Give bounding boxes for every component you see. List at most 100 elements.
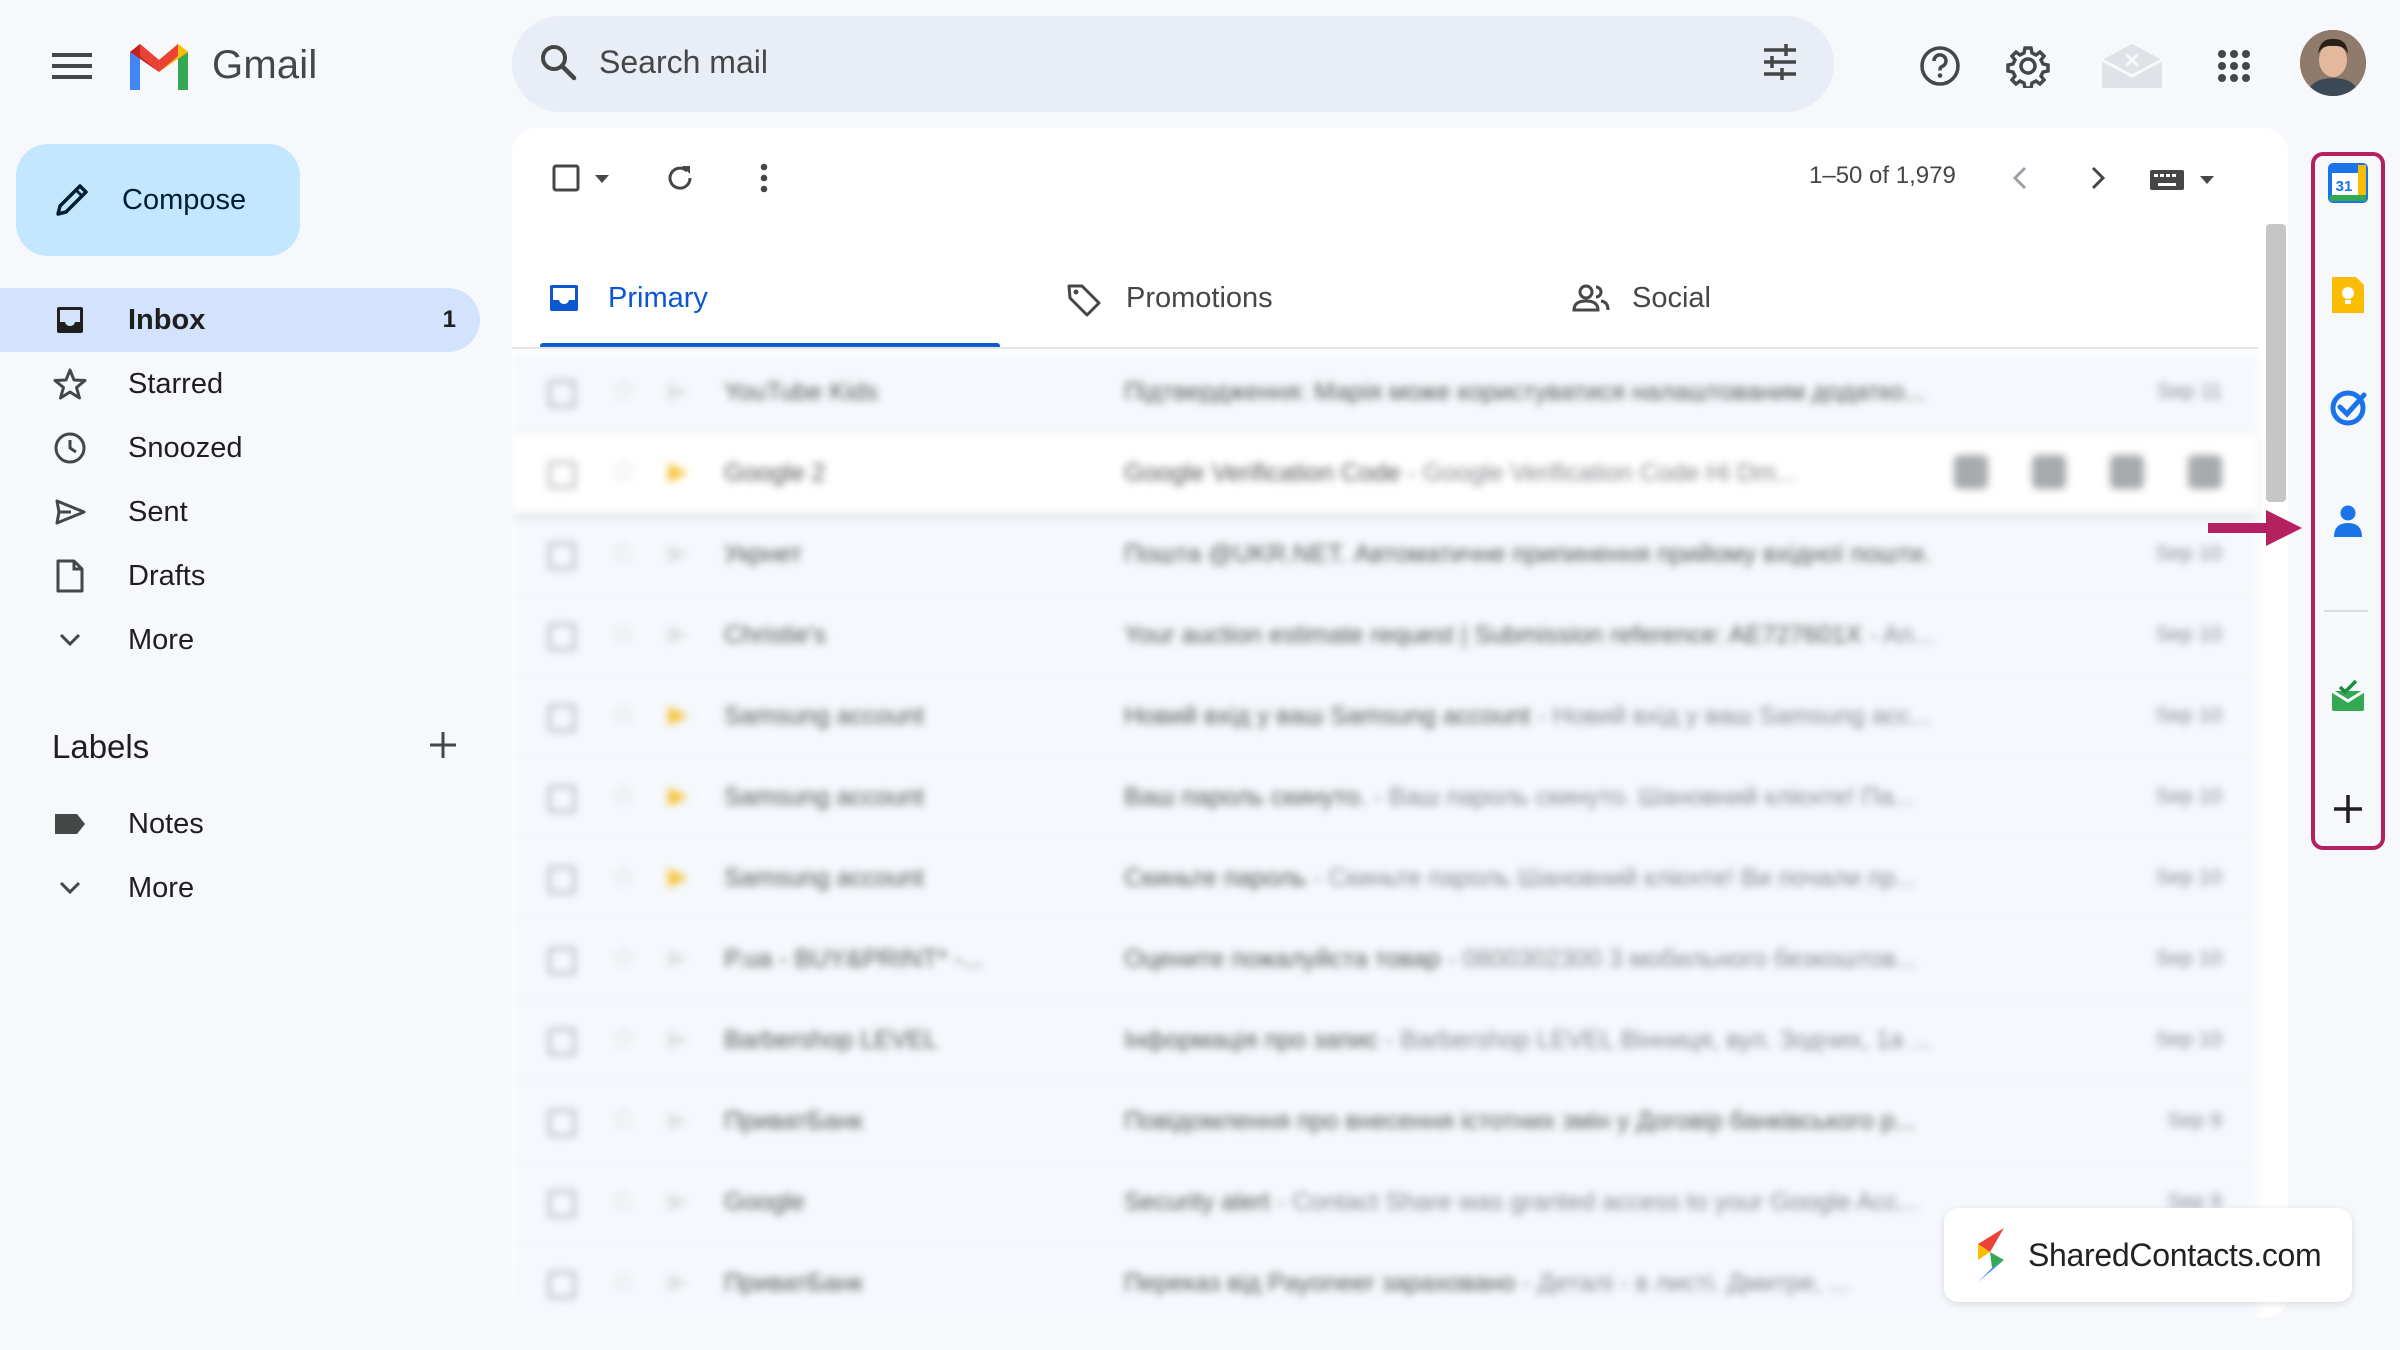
labels-more[interactable]: More	[0, 856, 480, 920]
row-checkbox[interactable]	[548, 1190, 576, 1218]
compose-button[interactable]: Compose	[16, 144, 300, 256]
important-marker-icon[interactable]	[668, 1030, 688, 1050]
inbox-icon	[548, 282, 580, 314]
row-checkbox[interactable]	[548, 866, 576, 894]
gmail-logo[interactable]: Gmail	[126, 40, 317, 90]
row-checkbox[interactable]	[548, 380, 576, 408]
email-row[interactable]: ☆ Samsung account Скиньте пароль - Скиньте…	[512, 838, 2258, 919]
row-checkbox[interactable]	[548, 704, 576, 732]
email-row[interactable]: ☆ Christie's Your auction estimate request…	[512, 595, 2258, 676]
calendar-icon[interactable]: 31	[2323, 158, 2373, 208]
email-row[interactable]: ☆ ПриватБанк Повідомлення про внесення іст…	[512, 1081, 2258, 1162]
add-icon[interactable]	[2323, 784, 2373, 834]
email-date: Sep 10	[2155, 785, 2222, 808]
snooze-icon[interactable]	[2188, 455, 2222, 489]
star-icon[interactable]: ☆	[610, 943, 637, 973]
sharedcontacts-logo-icon	[1970, 1226, 2012, 1284]
email-row[interactable]: ☆ Samsung account Новий вхід у ваш Samsung…	[512, 676, 2258, 757]
row-checkbox[interactable]	[548, 461, 576, 489]
important-marker-icon[interactable]	[668, 949, 688, 969]
important-marker-icon[interactable]	[668, 544, 688, 564]
status-button[interactable]	[2100, 38, 2164, 94]
star-icon[interactable]: ☆	[610, 1267, 637, 1297]
delete-icon[interactable]	[2032, 455, 2066, 489]
email-row[interactable]: ☆ P.ua - BUY&PRINT* -... Оцените пожалуйст…	[512, 919, 2258, 1000]
email-row[interactable]: ☆ YouTube Kids Підтвердження: Марія може к…	[512, 352, 2258, 433]
star-icon[interactable]: ☆	[610, 1105, 637, 1135]
important-marker-icon[interactable]	[668, 706, 688, 726]
row-checkbox[interactable]	[548, 542, 576, 570]
star-icon[interactable]: ☆	[610, 457, 637, 487]
nav-item-inbox[interactable]: Inbox 1	[0, 288, 480, 352]
star-icon[interactable]: ☆	[610, 619, 637, 649]
tab-promotions[interactable]: Promotions	[1042, 248, 1518, 348]
important-marker-icon[interactable]	[668, 1111, 688, 1131]
mark-read-icon[interactable]	[2110, 455, 2144, 489]
select-all-checkbox[interactable]	[546, 158, 586, 198]
important-marker-icon[interactable]	[668, 868, 688, 888]
labels-heading: Labels	[52, 728, 150, 765]
star-icon[interactable]: ☆	[610, 1186, 637, 1216]
email-subject: Підтвердження: Марія може користуватися …	[1124, 378, 1926, 406]
star-icon[interactable]: ☆	[610, 1024, 637, 1054]
mail-status-icon	[2101, 44, 2163, 88]
star-icon[interactable]: ☆	[610, 376, 637, 406]
row-checkbox[interactable]	[548, 1271, 576, 1299]
important-marker-icon[interactable]	[668, 463, 688, 483]
row-checkbox[interactable]	[548, 785, 576, 813]
label-tag-icon	[52, 806, 88, 842]
row-checkbox[interactable]	[548, 1028, 576, 1056]
addon-icon[interactable]	[2323, 672, 2373, 722]
tasks-icon[interactable]	[2323, 382, 2373, 432]
scrollbar-thumb[interactable]	[2266, 224, 2286, 502]
more-actions-button[interactable]	[744, 158, 784, 198]
search-icon[interactable]	[538, 42, 578, 82]
search-bar[interactable]: Search mail	[512, 16, 1834, 112]
nav-item-drafts[interactable]: Drafts	[0, 544, 480, 608]
apps-button[interactable]	[2206, 38, 2262, 94]
important-marker-icon[interactable]	[668, 382, 688, 402]
tab-primary[interactable]: Primary	[524, 248, 1000, 348]
newer-button[interactable]	[2000, 158, 2040, 198]
search-options-icon[interactable]	[1760, 42, 1800, 82]
tab-social[interactable]: Social	[1548, 248, 2024, 348]
add-label-button[interactable]	[424, 726, 462, 764]
important-marker-icon[interactable]	[668, 787, 688, 807]
search-input[interactable]: Search mail	[599, 44, 768, 81]
nav-item-snoozed[interactable]: Snoozed	[0, 416, 480, 480]
email-sender: Google 2	[724, 459, 826, 487]
draft-icon	[52, 558, 88, 594]
row-checkbox[interactable]	[548, 623, 576, 651]
nav-item-more[interactable]: More	[0, 608, 480, 672]
row-checkbox[interactable]	[548, 947, 576, 975]
account-avatar[interactable]	[2300, 30, 2366, 96]
input-tools-button[interactable]	[2146, 158, 2220, 198]
keep-icon[interactable]	[2323, 270, 2373, 320]
email-sender: Barbershop LEVEL	[724, 1026, 939, 1054]
email-row[interactable]: ☆ Samsung account Ваш пароль скинуто. - Ва…	[512, 757, 2258, 838]
main-menu-button[interactable]	[44, 38, 100, 94]
contacts-icon[interactable]	[2323, 496, 2373, 546]
row-checkbox[interactable]	[548, 1109, 576, 1137]
refresh-button[interactable]	[660, 158, 700, 198]
important-marker-icon[interactable]	[668, 1273, 688, 1293]
star-icon[interactable]: ☆	[610, 700, 637, 730]
email-row[interactable]: ☆ Укрнет Пошта @UKR.NET. Автоматичне припи…	[512, 514, 2258, 595]
email-row[interactable]: ☆ Barbershop LEVEL Інформація про запис - …	[512, 1000, 2258, 1081]
older-button[interactable]	[2078, 158, 2118, 198]
star-icon[interactable]: ☆	[610, 538, 637, 568]
star-icon[interactable]: ☆	[610, 781, 637, 811]
star-icon[interactable]: ☆	[610, 862, 637, 892]
label-item-notes[interactable]: Notes	[0, 792, 480, 856]
archive-icon[interactable]	[1954, 455, 1988, 489]
help-button[interactable]	[1912, 38, 1968, 94]
inbox-icon	[52, 302, 88, 338]
nav-item-sent[interactable]: Sent	[0, 480, 480, 544]
email-row[interactable]: ☆ Google 2 Google Verification Code - Goog…	[512, 433, 2258, 514]
nav-item-starred[interactable]: Starred	[0, 352, 480, 416]
important-marker-icon[interactable]	[668, 625, 688, 645]
email-subject-line: Повідомлення про внесення істотних змін …	[1124, 1107, 2044, 1136]
select-dropdown[interactable]	[590, 164, 614, 194]
important-marker-icon[interactable]	[668, 1192, 688, 1212]
settings-button[interactable]	[2000, 38, 2056, 94]
